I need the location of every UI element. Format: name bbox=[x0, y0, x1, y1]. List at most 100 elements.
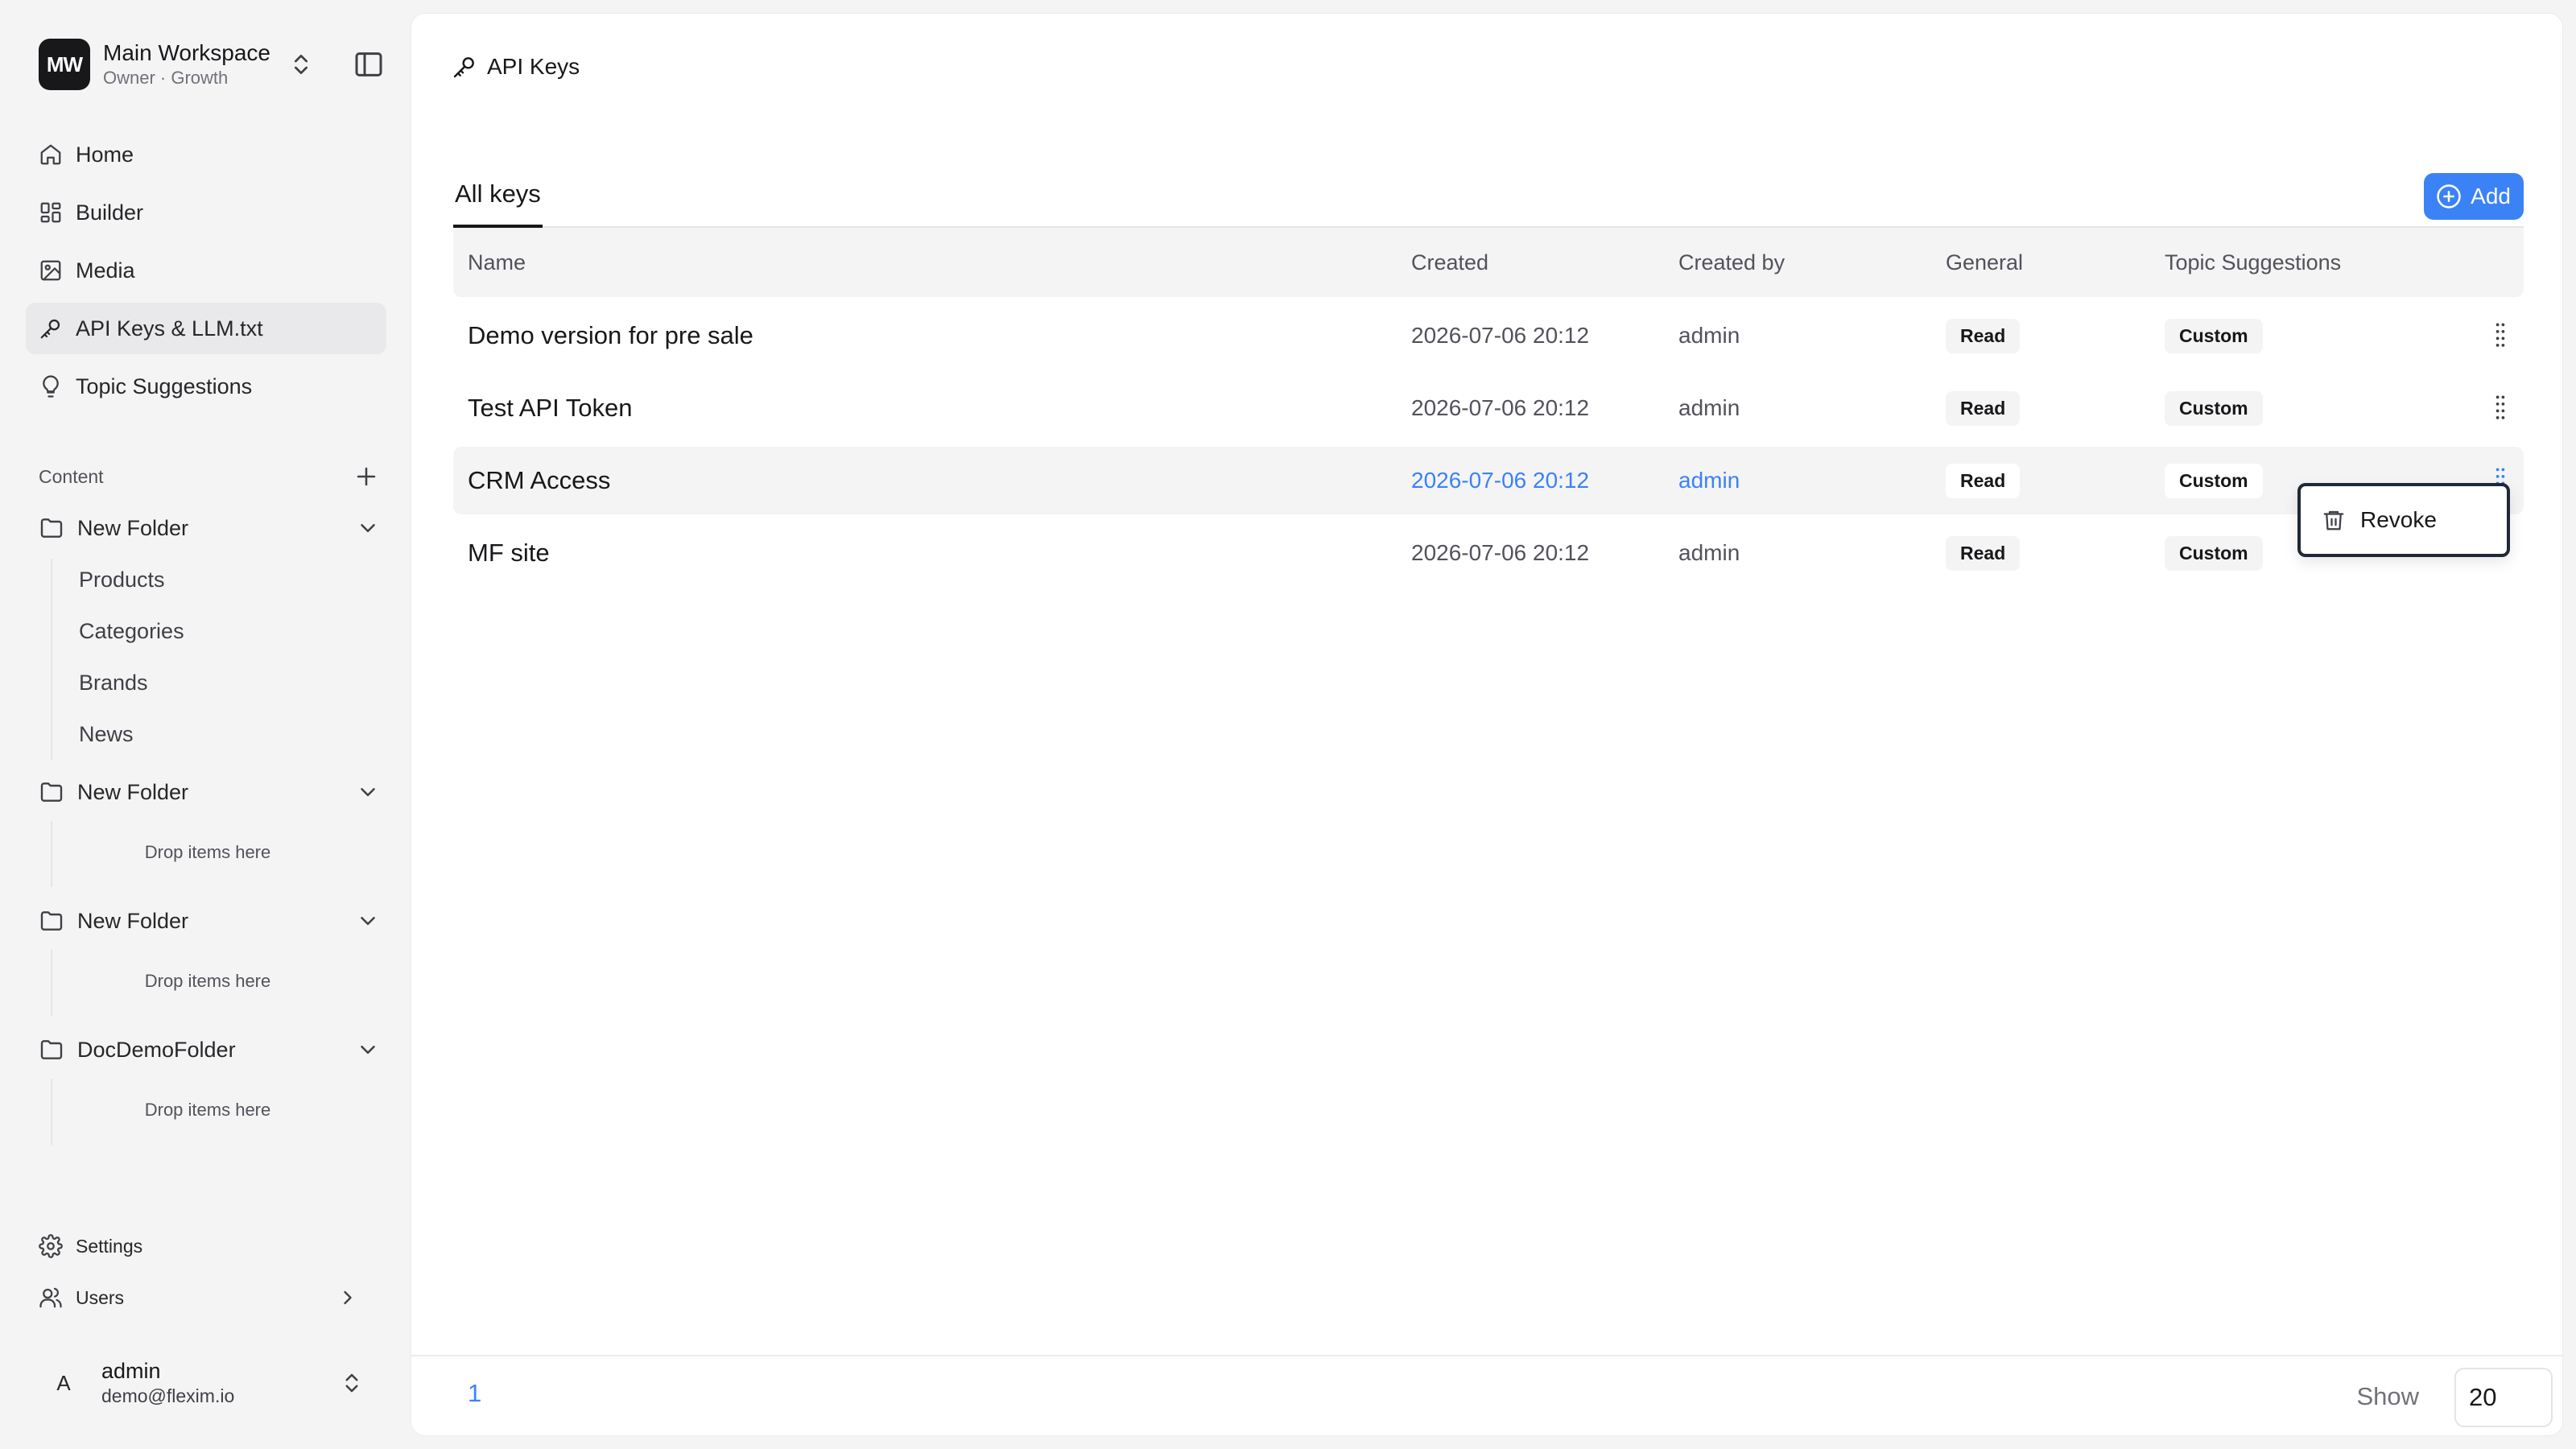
folder-child-item[interactable]: News bbox=[79, 716, 134, 752]
user-menu[interactable]: A admin demo@flexim.io bbox=[39, 1354, 380, 1412]
nav-item-users[interactable]: Users bbox=[39, 1278, 380, 1317]
tree-line bbox=[51, 1079, 52, 1145]
tree-line bbox=[51, 559, 52, 760]
nav-item-topic-suggestions[interactable]: Topic Suggestions bbox=[26, 361, 386, 412]
nav-item-home[interactable]: Home bbox=[26, 129, 386, 180]
trash-icon bbox=[2323, 510, 2344, 530]
table-row[interactable]: MF site 2026-07-06 20:12 admin Read Cust… bbox=[453, 519, 2524, 587]
status-badge: Custom bbox=[2165, 390, 2263, 426]
nav-item-media[interactable]: Media bbox=[26, 245, 386, 296]
workspace-switcher[interactable]: MW Main Workspace Owner · Growth bbox=[39, 37, 386, 92]
page-number-button[interactable]: 1 bbox=[468, 1379, 481, 1408]
folder-icon bbox=[40, 911, 63, 931]
content-section-label: Content bbox=[39, 465, 104, 487]
add-key-button[interactable]: Add bbox=[2424, 173, 2524, 220]
main-nav: Home Builder Media API Keys & LLM.txt To… bbox=[26, 129, 386, 419]
nav-item-label: Builder bbox=[76, 200, 144, 225]
users-icon bbox=[39, 1287, 62, 1308]
key-created: 2026-07-06 20:12 bbox=[1411, 323, 1590, 348]
chevron-down-icon[interactable] bbox=[356, 1038, 380, 1062]
key-name: MF site bbox=[468, 539, 550, 567]
home-icon bbox=[40, 144, 61, 165]
drop-zone[interactable]: Drop items here bbox=[53, 1100, 362, 1121]
table-row[interactable]: CRM Access 2026-07-06 20:12 admin Read C… bbox=[453, 447, 2524, 514]
key-name: CRM Access bbox=[468, 466, 611, 494]
revoke-label: Revoke bbox=[2360, 507, 2437, 532]
drop-zone[interactable]: Drop items here bbox=[53, 971, 362, 992]
chevron-down-icon[interactable] bbox=[356, 780, 380, 804]
chevrons-up-down-icon[interactable] bbox=[340, 1371, 364, 1395]
status-badge: Custom bbox=[2165, 463, 2263, 498]
tree-line bbox=[51, 821, 52, 887]
folder-name: New Folder bbox=[77, 779, 189, 804]
tab-bar: All keys Add bbox=[453, 163, 2524, 228]
add-button-label: Add bbox=[2471, 184, 2511, 208]
revoke-menu-item[interactable]: Revoke bbox=[2297, 483, 2510, 557]
workspace-avatar: MW bbox=[39, 39, 90, 90]
nav-item-label: Media bbox=[76, 258, 135, 283]
chevron-down-icon[interactable] bbox=[356, 516, 380, 540]
nav-item-label: Home bbox=[76, 142, 134, 167]
pagination-bar: 1 Show 20 bbox=[411, 1355, 2562, 1435]
status-badge: Read bbox=[1946, 318, 2021, 353]
sidebar: MW Main Workspace Owner · Growth Home Bu… bbox=[0, 0, 411, 1449]
user-email: demo@flexim.io bbox=[101, 1385, 235, 1406]
table-header: Name Created Created by General Topic Su… bbox=[453, 228, 2524, 297]
column-header-created[interactable]: Created bbox=[1411, 250, 1488, 275]
folder-item[interactable]: DocDemoFolder bbox=[39, 1027, 380, 1072]
page-size-label: Show bbox=[2356, 1382, 2419, 1410]
folder-child-item[interactable]: Brands bbox=[79, 665, 148, 700]
kebab-menu-icon[interactable] bbox=[2495, 322, 2506, 349]
folder-icon bbox=[40, 1040, 63, 1059]
lightbulb-icon bbox=[43, 375, 59, 398]
avatar: A bbox=[39, 1358, 89, 1408]
nav-item-builder[interactable]: Builder bbox=[26, 187, 386, 238]
breadcrumb: API Keys bbox=[452, 49, 580, 85]
folder-name: DocDemoFolder bbox=[77, 1037, 236, 1062]
key-created: 2026-07-06 20:12 bbox=[1411, 468, 1590, 493]
plus-icon[interactable] bbox=[353, 463, 380, 490]
folder-name: New Folder bbox=[77, 908, 189, 933]
column-header-topic-suggestions[interactable]: Topic Suggestions bbox=[2165, 250, 2341, 275]
workspace-subtitle: Owner · Growth bbox=[103, 68, 229, 88]
key-created-by: admin bbox=[1678, 468, 1740, 493]
key-created-by: admin bbox=[1678, 540, 1740, 565]
chevron-down-icon[interactable] bbox=[356, 909, 380, 933]
chevron-right-icon[interactable] bbox=[336, 1286, 359, 1309]
nav-item-api-keys[interactable]: API Keys & LLM.txt bbox=[26, 303, 386, 354]
nav-item-settings[interactable]: Settings bbox=[39, 1227, 380, 1265]
content-section-header: Content bbox=[39, 457, 380, 496]
column-header-name[interactable]: Name bbox=[468, 250, 526, 275]
folder-child-item[interactable]: Categories bbox=[79, 613, 184, 649]
key-name: Test API Token bbox=[468, 394, 633, 422]
status-badge: Read bbox=[1946, 463, 2021, 498]
tree-line bbox=[51, 950, 52, 1016]
column-header-general[interactable]: General bbox=[1946, 250, 2023, 275]
gear-icon bbox=[39, 1234, 63, 1258]
page-title: API Keys bbox=[487, 54, 580, 79]
folder-name: New Folder bbox=[77, 515, 189, 540]
kebab-menu-icon[interactable] bbox=[2495, 394, 2506, 422]
folder-icon bbox=[40, 782, 63, 802]
plus-circle-icon bbox=[2437, 184, 2461, 208]
user-name: admin bbox=[101, 1359, 161, 1383]
folder-item[interactable]: New Folder bbox=[39, 898, 380, 943]
chevrons-up-down-icon[interactable] bbox=[288, 52, 314, 77]
drop-zone[interactable]: Drop items here bbox=[53, 842, 362, 863]
sidebar-toggle-icon[interactable] bbox=[353, 48, 385, 80]
status-badge: Custom bbox=[2165, 535, 2263, 571]
page-size-input[interactable]: 20 bbox=[2454, 1368, 2553, 1427]
column-header-created-by[interactable]: Created by bbox=[1678, 250, 1785, 275]
key-name: Demo version for pre sale bbox=[468, 321, 753, 349]
folder-child-item[interactable]: Products bbox=[79, 562, 165, 597]
folder-item[interactable]: New Folder bbox=[39, 770, 380, 815]
table-row[interactable]: Demo version for pre sale 2026-07-06 20:… bbox=[453, 302, 2524, 369]
workspace-name: Main Workspace bbox=[103, 40, 271, 65]
nav-item-label: Users bbox=[76, 1286, 125, 1308]
table-row[interactable]: Test API Token 2026-07-06 20:12 admin Re… bbox=[453, 374, 2524, 442]
tab-all-keys[interactable]: All keys bbox=[453, 163, 543, 228]
key-icon bbox=[453, 57, 474, 78]
key-created: 2026-07-06 20:12 bbox=[1411, 540, 1590, 565]
status-badge: Custom bbox=[2165, 318, 2263, 353]
folder-item[interactable]: New Folder bbox=[39, 506, 380, 551]
